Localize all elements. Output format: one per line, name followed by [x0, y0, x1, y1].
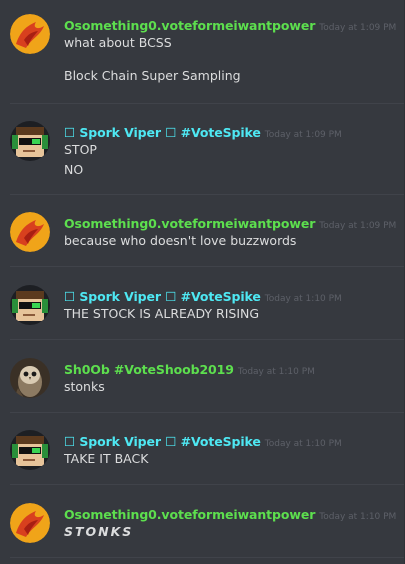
message-divider [10, 484, 405, 485]
username[interactable]: Osomething0.voteformeiwantpower [64, 18, 315, 33]
message-text: STOP [64, 142, 97, 157]
username[interactable]: ☐ Spork Viper ☐ #VoteSpike [64, 434, 261, 449]
message-text: what about BCSS [64, 35, 172, 50]
timestamp: Today at 1:10 PM [264, 439, 342, 449]
message-text: TAKE IT BACK [64, 451, 149, 466]
message-divider [10, 194, 405, 195]
message-header: ☐ Spork Viper ☐ #VoteSpike Today at 1:10 … [64, 431, 342, 450]
chat-messages: Osomething0.voteformeiwantpower Today at … [0, 0, 405, 564]
message-header: ☐ Spork Viper ☐ #VoteSpike Today at 1:10 … [64, 286, 342, 305]
timestamp: Today at 1:09 PM [264, 130, 342, 140]
message-header: Osomething0.voteformeiwantpower Today at … [64, 15, 396, 34]
avatar[interactable] [10, 121, 50, 161]
message-text: Block Chain Super Sampling [64, 68, 241, 83]
timestamp: Today at 1:09 PM [319, 221, 397, 231]
phoenix-avatar-icon [10, 14, 50, 54]
message-text: NO [64, 162, 84, 177]
avatar[interactable] [10, 14, 50, 54]
message-header: Osomething0.voteformeiwantpower Today at … [64, 504, 396, 523]
message-text: stonks [64, 379, 105, 394]
phoenix-avatar-icon [10, 503, 50, 543]
pixel-character-avatar-icon [10, 430, 50, 470]
message-divider [10, 557, 405, 558]
message-text: STONKS [64, 524, 134, 539]
message-text: THE STOCK IS ALREADY RISING [64, 306, 260, 321]
message-header: Sh0Ob #VoteShoob2019 Today at 1:10 PM [64, 359, 315, 378]
username[interactable]: Osomething0.voteformeiwantpower [64, 216, 315, 231]
message-divider [10, 266, 405, 267]
timestamp: Today at 1:10 PM [319, 512, 397, 522]
phoenix-avatar-icon [10, 212, 50, 252]
message-divider [10, 103, 405, 104]
message-divider [10, 412, 405, 413]
message-text: because who doesn't love buzzwords [64, 233, 297, 248]
timestamp: Today at 1:09 PM [319, 23, 397, 33]
message-divider [10, 339, 405, 340]
owl-avatar-icon [10, 358, 50, 398]
timestamp: Today at 1:10 PM [237, 367, 315, 377]
username[interactable]: Sh0Ob #VoteShoob2019 [64, 362, 234, 377]
message-header: Osomething0.voteformeiwantpower Today at … [64, 213, 396, 232]
avatar[interactable] [10, 212, 50, 252]
username[interactable]: Osomething0.voteformeiwantpower [64, 507, 315, 522]
avatar[interactable] [10, 285, 50, 325]
pixel-character-avatar-icon [10, 285, 50, 325]
username[interactable]: ☐ Spork Viper ☐ #VoteSpike [64, 125, 261, 140]
avatar[interactable] [10, 430, 50, 470]
avatar[interactable] [10, 358, 50, 398]
avatar[interactable] [10, 503, 50, 543]
pixel-character-avatar-icon [10, 121, 50, 161]
timestamp: Today at 1:10 PM [264, 294, 342, 304]
username[interactable]: ☐ Spork Viper ☐ #VoteSpike [64, 289, 261, 304]
message-header: ☐ Spork Viper ☐ #VoteSpike Today at 1:09 … [64, 122, 342, 141]
